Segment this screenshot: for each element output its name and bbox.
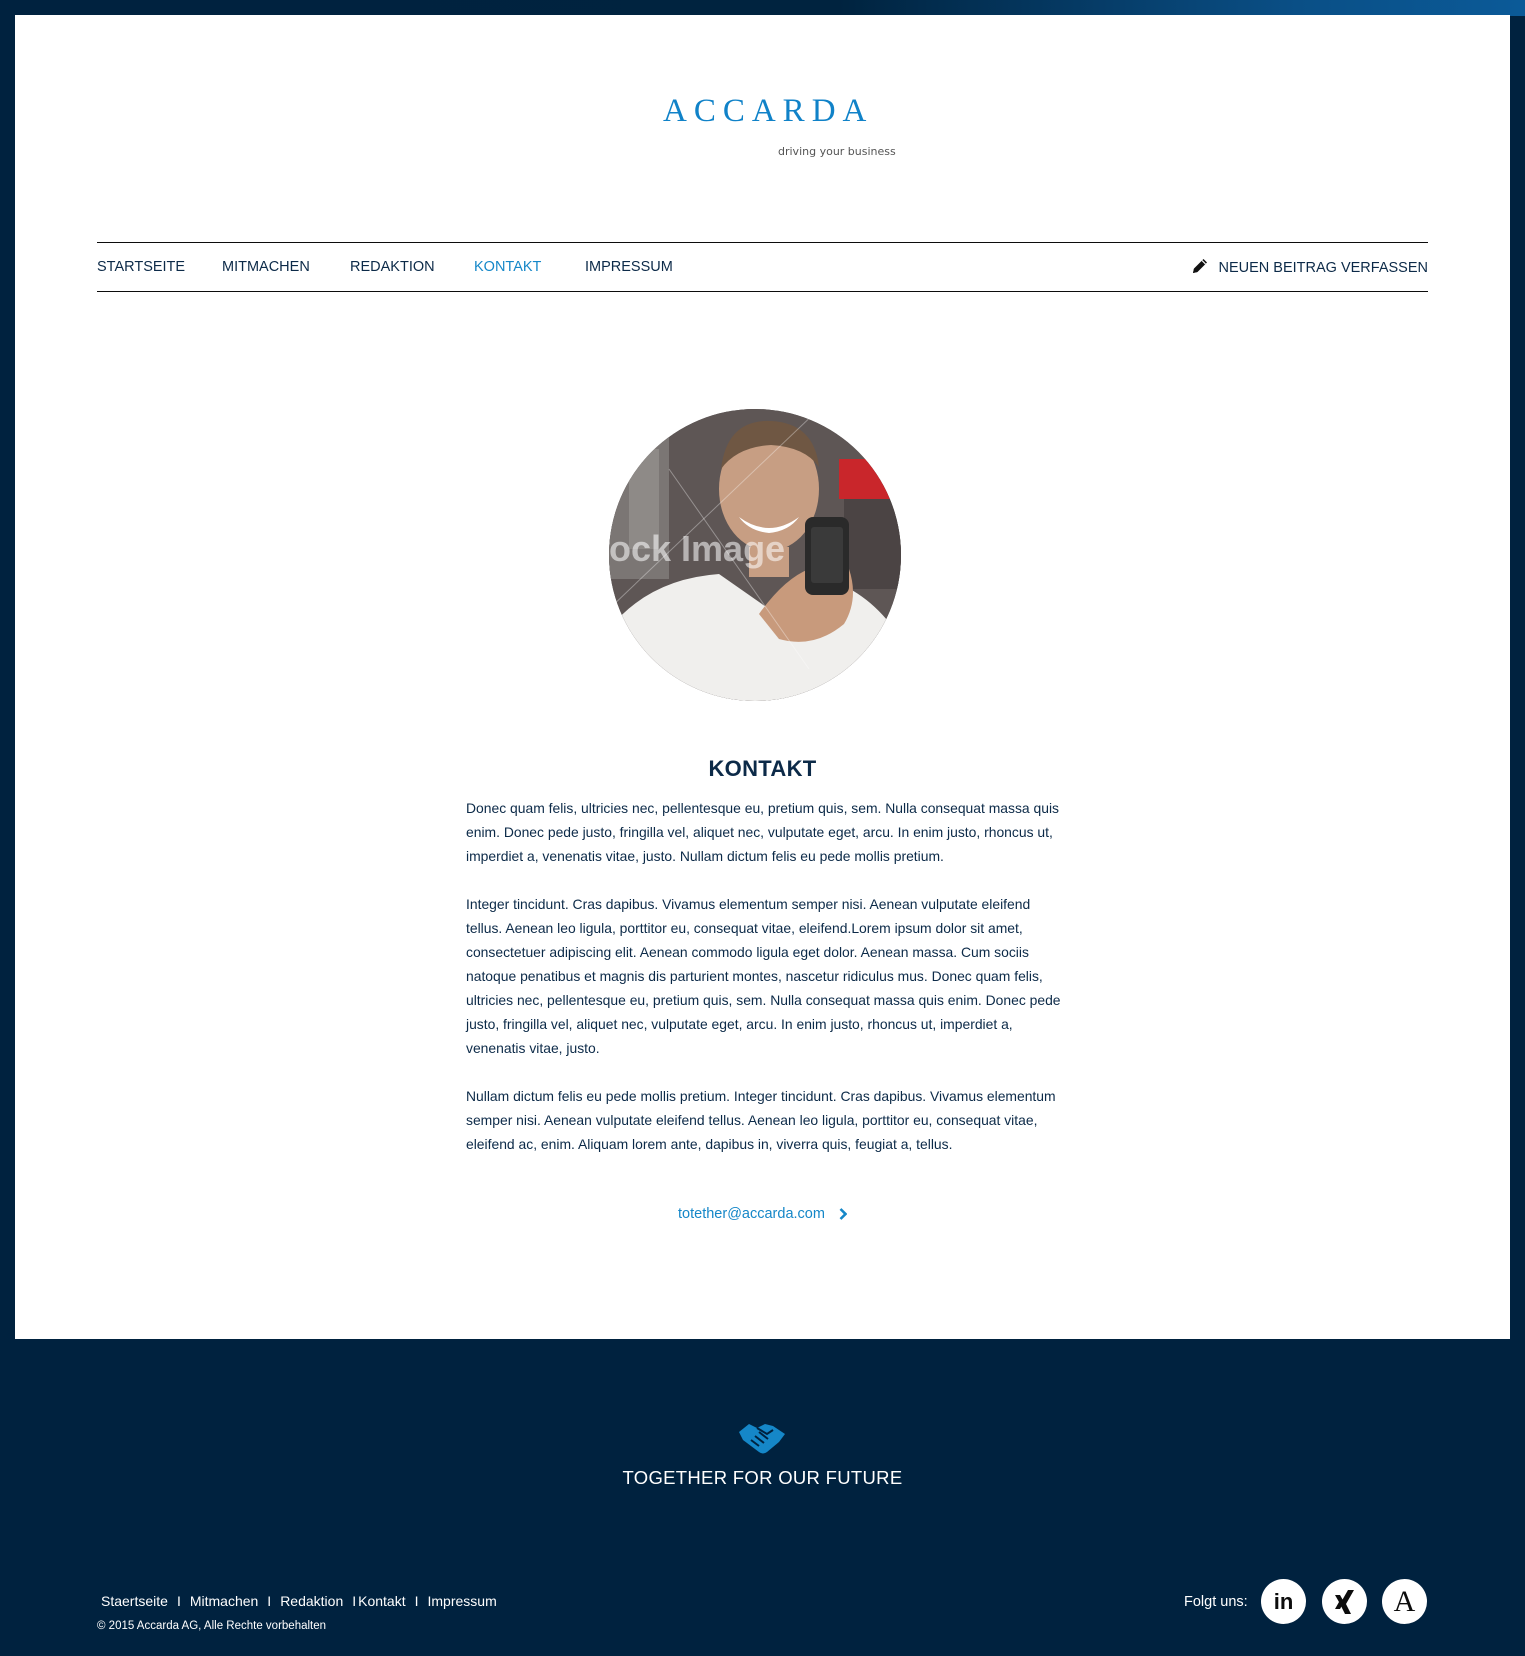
footer-separator: I bbox=[176, 1593, 181, 1609]
pencil-icon bbox=[1191, 257, 1209, 279]
nav-item-redaktion[interactable]: REDAKTION bbox=[350, 259, 435, 275]
logo-tagline: driving your business bbox=[778, 145, 896, 158]
logo-wordmark: ACCARDA bbox=[663, 93, 874, 129]
write-post-button[interactable]: NEUEN BEITRAG VERFASSEN bbox=[1191, 257, 1429, 279]
handshake-icon bbox=[737, 1418, 787, 1463]
footer-link-kontakt[interactable]: Kontakt bbox=[358, 1593, 405, 1609]
footer-link-mitmachen[interactable]: Mitmachen bbox=[190, 1593, 258, 1609]
linkedin-glyph: in bbox=[1273, 1588, 1294, 1614]
footer-link-redaktion[interactable]: Redaktion bbox=[280, 1593, 343, 1609]
nav-item-startseite[interactable]: STARTSEITE bbox=[97, 259, 185, 275]
chevron-right-icon[interactable] bbox=[839, 1208, 848, 1224]
footer-separator: I bbox=[267, 1593, 272, 1609]
follow-label: Folgt uns: bbox=[1184, 1594, 1248, 1610]
paragraph: Nullam dictum felis eu pede mollis preti… bbox=[466, 1088, 1056, 1152]
accarda-logo[interactable]: ACCARDA driving your business bbox=[648, 93, 908, 163]
xing-icon[interactable] bbox=[1322, 1579, 1367, 1624]
copyright-text: © 2015 Accarda AG, Alle Rechte vorbehalt… bbox=[97, 1620, 327, 1632]
stock-watermark: ock Image bbox=[609, 528, 785, 569]
nav-item-kontakt[interactable]: KONTAKT bbox=[474, 259, 541, 275]
nav-item-impressum[interactable]: IMPRESSUM bbox=[585, 259, 673, 275]
paragraph: Donec quam felis, ultricies nec, pellent… bbox=[466, 800, 1059, 864]
contact-text: Donec quam felis, ultricies nec, pellent… bbox=[466, 796, 1061, 1180]
a-icon[interactable]: A bbox=[1382, 1579, 1427, 1624]
footer-separator: I bbox=[352, 1593, 357, 1609]
main-navigation: STARTSEITE MITMACHEN REDAKTION KONTAKT I… bbox=[97, 242, 1428, 292]
nav-item-mitmachen[interactable]: MITMACHEN bbox=[222, 259, 310, 275]
footer-tagline: TOGETHER FOR OUR FUTURE bbox=[622, 1467, 903, 1488]
page-title: KONTAKT bbox=[708, 756, 817, 781]
linkedin-icon[interactable]: in bbox=[1261, 1579, 1306, 1624]
email-link[interactable]: totether@accarda.com bbox=[678, 1206, 825, 1222]
contact-hero-photo: ock Image bbox=[609, 409, 901, 701]
page-sheet: ACCARDA driving your business STARTSEITE… bbox=[15, 15, 1510, 1339]
footer-link-impressum[interactable]: Impressum bbox=[428, 1593, 497, 1609]
a-glyph: A bbox=[1393, 1584, 1416, 1618]
footer-link-startseite[interactable]: Staertseite bbox=[101, 1593, 168, 1609]
top-gradient-bar bbox=[0, 0, 1525, 16]
paragraph: Integer tincidunt. Cras dapibus. Vivamus… bbox=[466, 896, 1061, 1056]
write-post-label: NEUEN BEITRAG VERFASSEN bbox=[1218, 260, 1429, 276]
footer-navigation: Staertseite I Mitmachen I Redaktion I Kontakt I… bbox=[101, 1593, 497, 1609]
email-row: totether@accarda.com bbox=[15, 1206, 1510, 1224]
footer-separator: I bbox=[414, 1593, 419, 1609]
